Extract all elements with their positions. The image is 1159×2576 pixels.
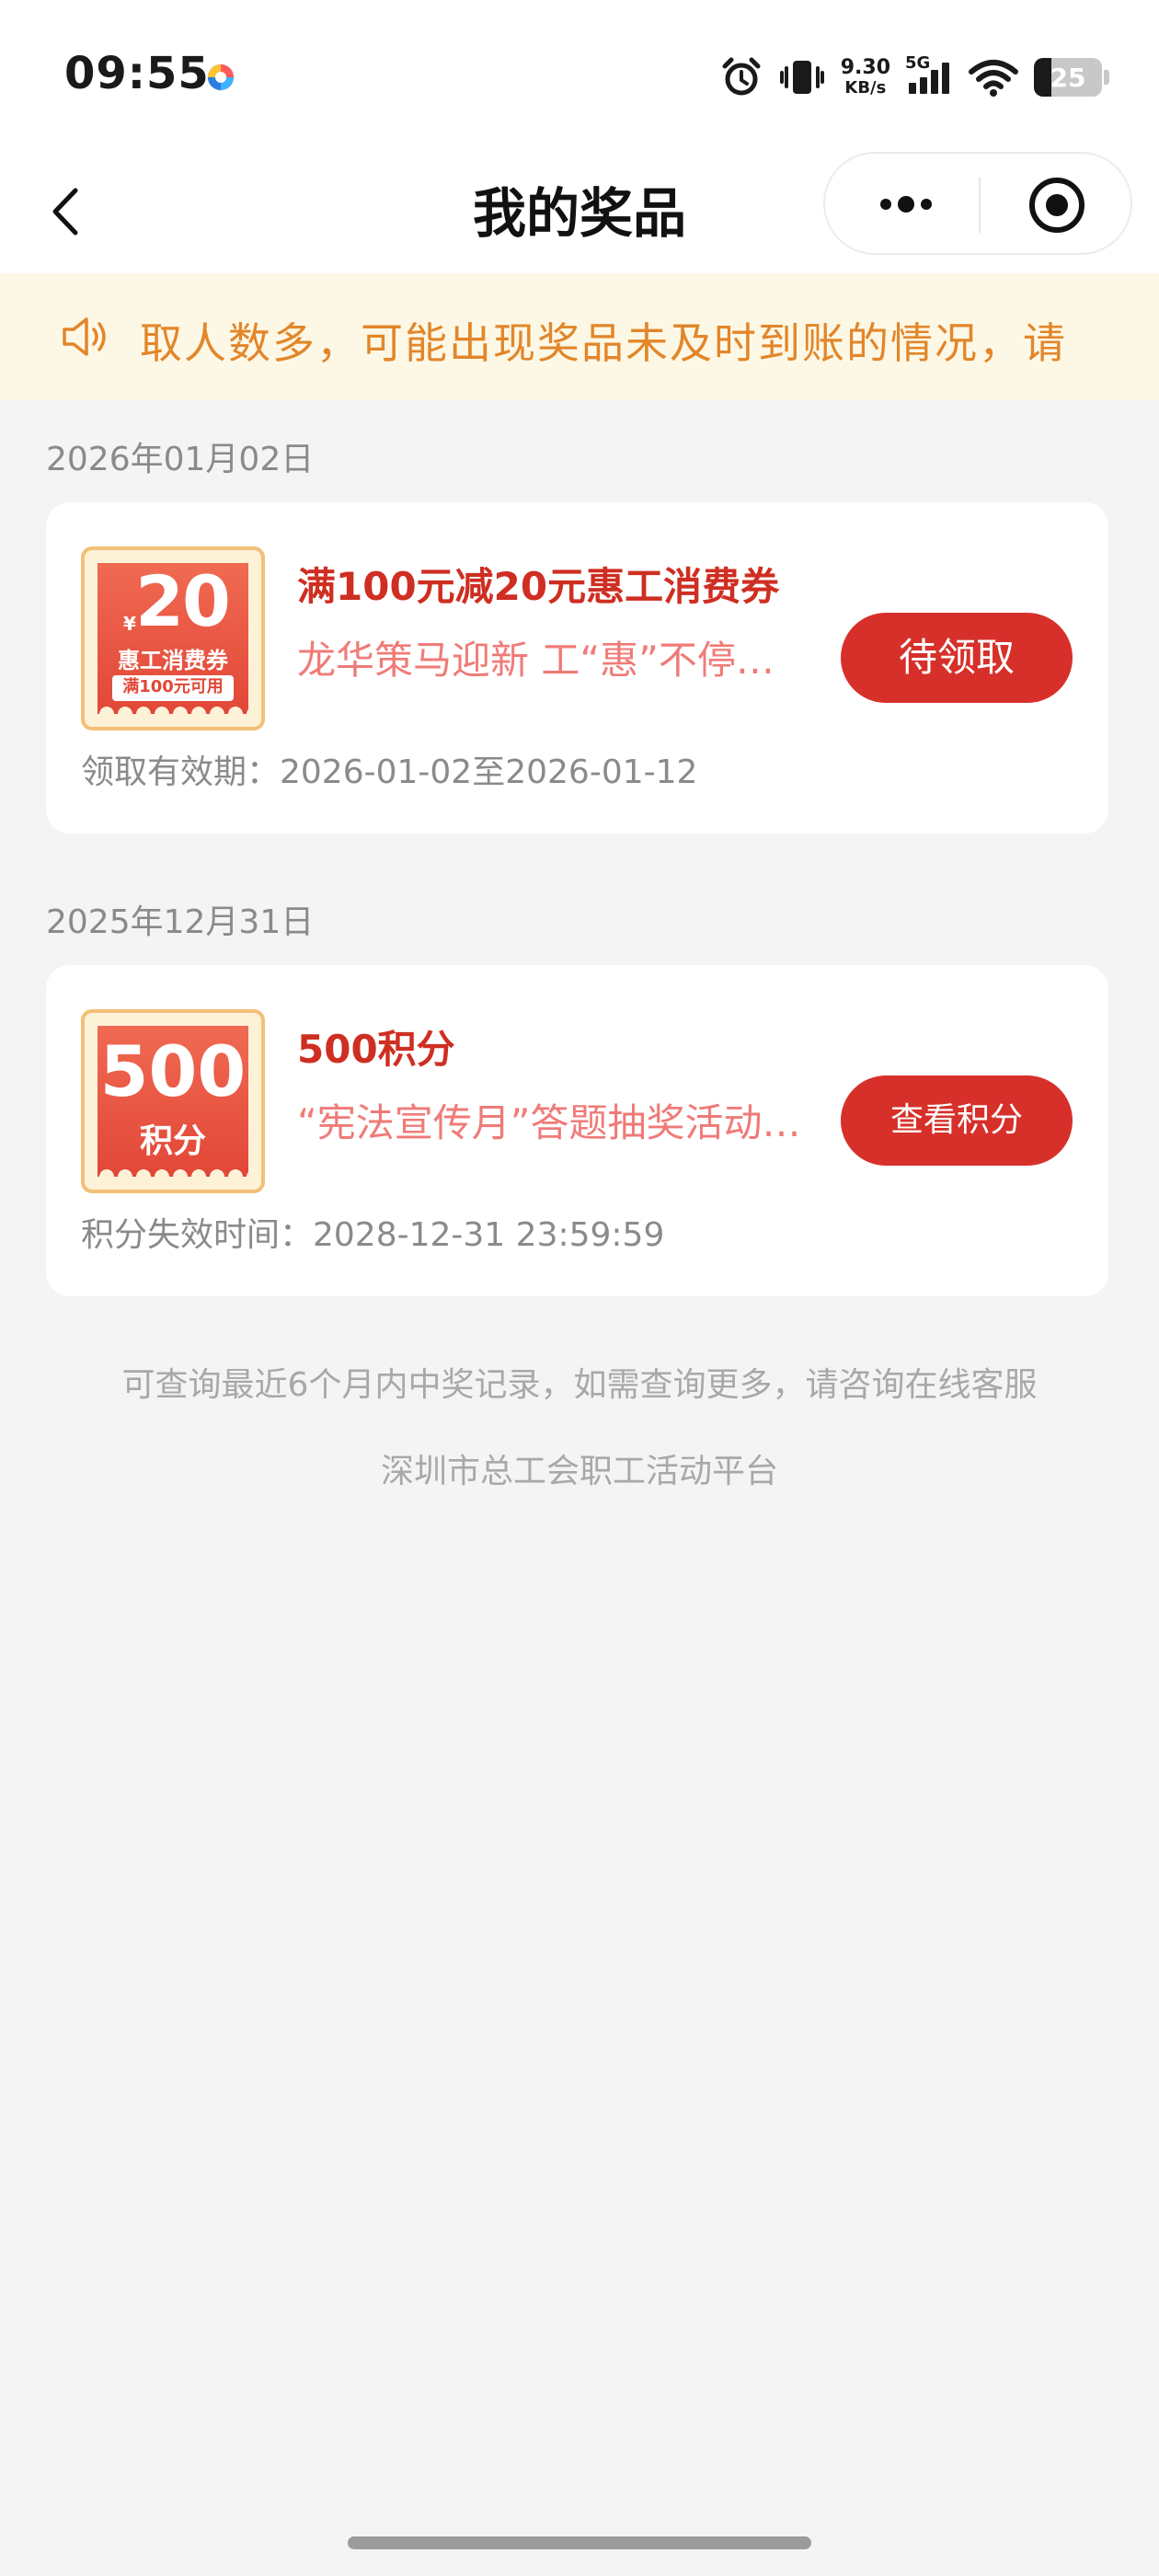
app-notification-icon — [207, 63, 235, 91]
coupon-ticket-icon: ¥ 20 惠工消费券 满100元可用 — [81, 546, 265, 730]
view-points-button[interactable]: 查看积分 — [841, 1075, 1073, 1166]
platform-name: 深圳市总工会职工活动平台 — [380, 1453, 778, 1490]
ticket-name: 积分 — [139, 1122, 206, 1160]
alarm-icon — [722, 57, 761, 96]
query-note: 可查询最近6个月内中奖记录，如需查询更多，请咨询在线客服 — [121, 1366, 1038, 1404]
notice-bar: 取人数多，可能出现奖品未及时到账的情况，请 — [0, 273, 1159, 400]
nav-bar: 我的奖品 — [0, 152, 1159, 273]
validity-text: 领取有效期：2026-01-02至2026-01-12 — [81, 753, 698, 791]
status-bar: 09:55 9.30 KB/s 5G 25 — [0, 0, 1159, 152]
prize-card: ¥ 20 惠工消费券 满100元可用 满100元减20元惠工消费券 龙华策马迎新… — [46, 502, 1108, 834]
ticket-amount: 20 — [135, 560, 231, 642]
capsule-divider — [979, 178, 981, 233]
prize-page: 09:55 9.30 KB/s 5G 25 我的奖品 取人数多，可能出现奖品未及… — [0, 0, 1159, 2576]
prize-subtitle: 龙华策马迎新 工“惠”不停… — [297, 638, 775, 683]
status-icons: 9.30 KB/s 5G 25 — [719, 52, 1109, 103]
clock: 09:55 — [64, 48, 210, 99]
validity-text: 积分失效时间：2028-12-31 23:59:59 — [81, 1216, 665, 1254]
net-speed-unit: KB/s — [844, 78, 887, 98]
prize-subtitle: “宪法宣传月”答题抽奖活动… — [297, 1100, 801, 1145]
more-dots-icon[interactable] — [853, 174, 954, 235]
net-speed-value: 9.30 — [840, 56, 890, 79]
battery-icon: 25 — [1034, 58, 1109, 97]
battery-level: 25 — [1050, 62, 1086, 93]
wifi-icon — [969, 60, 1018, 97]
target-circle-icon[interactable] — [1026, 174, 1088, 236]
claim-button[interactable]: 待领取 — [841, 613, 1073, 703]
net-speed: 9.30 KB/s — [841, 58, 890, 97]
vibrate-icon — [779, 61, 824, 94]
mini-program-capsule — [823, 152, 1132, 255]
cellular-signal-icon: 5G — [905, 55, 953, 99]
date-label: 2026年01月02日 — [46, 441, 315, 478]
date-label: 2025年12月31日 — [46, 903, 315, 941]
ticket-condition: 满100元可用 — [112, 675, 234, 701]
prize-title: 满100元减20元惠工消费券 — [297, 564, 780, 609]
ticket-amount: 500 — [99, 1030, 247, 1112]
speaker-icon — [63, 317, 106, 356]
prize-card: 500 积分 500积分 “宪法宣传月”答题抽奖活动… 查看积分 积分失效时间：… — [46, 965, 1108, 1296]
ticket-name: 惠工消费券 — [118, 648, 228, 673]
prize-title: 500积分 — [297, 1027, 455, 1072]
home-indicator[interactable] — [348, 2536, 811, 2549]
points-ticket-icon: 500 积分 — [81, 1009, 265, 1193]
notice-text: 取人数多，可能出现奖品未及时到账的情况，请 — [140, 318, 1067, 368]
